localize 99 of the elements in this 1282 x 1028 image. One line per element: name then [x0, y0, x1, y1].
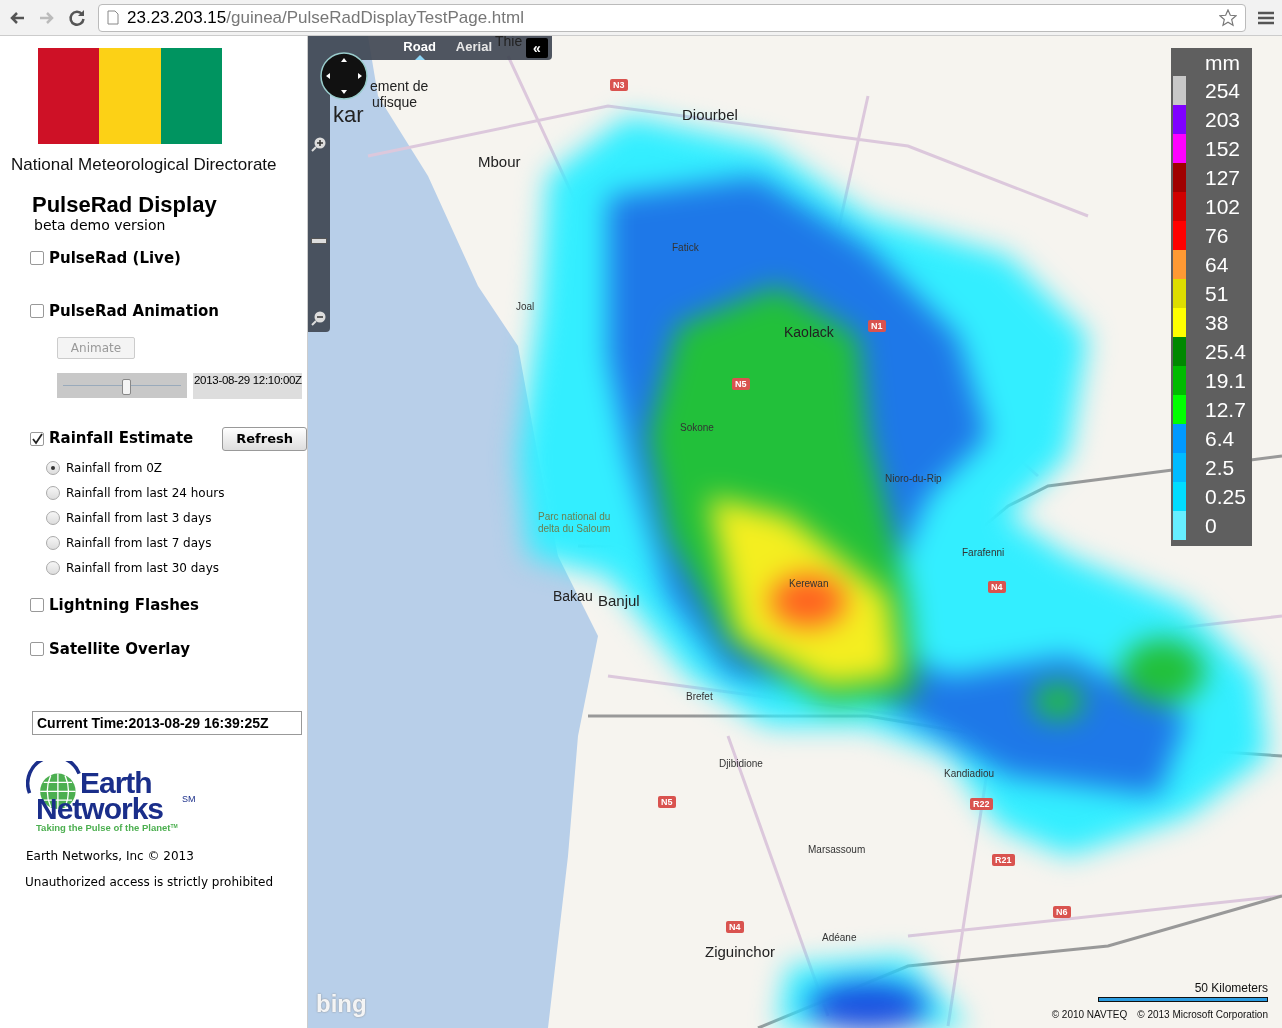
bing-logo: bing — [316, 989, 367, 1019]
place-label: kar — [333, 101, 364, 129]
place-label: Farafenni — [962, 546, 1005, 560]
legend-value: 76 — [1205, 222, 1229, 249]
page-icon — [107, 10, 119, 25]
road-shield: N4 — [988, 581, 1006, 593]
place-label: Djibidione — [719, 757, 763, 771]
legend-value: 19.1 — [1205, 367, 1246, 394]
road-shield: R21 — [992, 854, 1015, 866]
legend-value: 64 — [1205, 251, 1229, 278]
road-shield: R22 — [970, 798, 993, 810]
place-label: Mbour — [478, 152, 521, 172]
place-label: Parc national du — [538, 510, 611, 524]
place-label: Adéane — [822, 931, 857, 945]
road-shield: N4 — [726, 921, 744, 933]
road-shield: N5 — [732, 378, 750, 390]
legend-value: 51 — [1205, 280, 1229, 307]
road-shield: N3 — [610, 79, 628, 91]
scale-label: 50 Kilometers — [1194, 980, 1268, 997]
place-label: Banjul — [598, 591, 640, 611]
place-label: Nioro-du-Rip — [885, 472, 942, 486]
star-icon[interactable] — [1219, 8, 1237, 27]
current-time-field: Current Time:2013-08-29 16:39:25Z — [32, 710, 302, 735]
refresh-button[interactable]: Refresh — [222, 426, 307, 451]
legend-value: 25.4 — [1205, 338, 1246, 365]
option-label[interactable]: Rainfall from last 7 days — [66, 535, 212, 551]
back-icon[interactable] — [8, 9, 26, 26]
pan-control[interactable] — [320, 52, 368, 100]
legend-value: 0 — [1205, 512, 1217, 539]
map-type-tab[interactable]: Road — [403, 36, 436, 60]
zoom-slider[interactable] — [308, 60, 330, 332]
slider-track[interactable] — [57, 372, 187, 398]
radio-button[interactable] — [46, 486, 60, 500]
place-label: Ziguinchor — [705, 942, 776, 962]
place-label: Bakau — [553, 587, 593, 606]
attribution-text: © 2013 Microsoft Corporation — [1137, 1008, 1268, 1022]
checkbox[interactable] — [30, 642, 44, 657]
earth-networks-logo: Earth Networks SM Taking the Pulse of the Planet$^{TM}$ — [26, 760, 196, 835]
place-label: Fatick — [672, 241, 699, 255]
menu-icon[interactable] — [1258, 10, 1274, 25]
slider-thumb[interactable] — [121, 378, 131, 395]
checkbox[interactable] — [30, 597, 44, 612]
road-shield: N6 — [1053, 906, 1071, 918]
animation-timestamp: 2013-08-29 12:10:00Z — [193, 372, 302, 399]
app-title: PulseRad Display — [32, 192, 217, 217]
address-bar[interactable]: 23.23.203.15/guinea/PulseRadDisplayTestPage.html — [98, 3, 1246, 32]
legend-value: 2.5 — [1205, 454, 1235, 481]
place-label: Thie — [495, 36, 523, 51]
place-label: delta du Saloum — [538, 522, 611, 536]
zoom-out-icon[interactable] — [311, 310, 327, 326]
zoom-in-icon[interactable] — [311, 136, 327, 152]
agency-name: National Meteorological Directorate — [11, 154, 277, 176]
option-label[interactable]: Rainfall from last 24 hours — [66, 485, 225, 501]
radio-button[interactable] — [46, 536, 60, 550]
place-label: Marsassoum — [808, 843, 866, 857]
legend-value: 254 — [1205, 77, 1241, 104]
place-label: Joal — [516, 300, 535, 314]
place-label: Kaolack — [784, 323, 834, 342]
collapse-button[interactable]: « — [526, 38, 548, 58]
app-subtitle: beta demo version — [34, 216, 166, 233]
place-label: Kandiadiou — [944, 767, 995, 781]
checkbox[interactable] — [30, 250, 44, 265]
radio-button[interactable] — [46, 561, 60, 575]
place-label: Kerewan — [789, 577, 829, 591]
map-type-tab[interactable]: Aerial — [455, 36, 492, 60]
option-label[interactable]: Rainfall from 0Z — [66, 460, 163, 476]
place-label: Diourbel — [682, 105, 738, 125]
layer-label[interactable]: Lightning Flashes — [49, 593, 199, 616]
layer-label[interactable]: Rainfall Estimate — [49, 427, 194, 450]
legend-value: 102 — [1205, 193, 1241, 220]
place-label: Sokone — [680, 421, 714, 435]
option-label[interactable]: Rainfall from last 3 days — [66, 510, 212, 526]
road-shield: N5 — [658, 796, 676, 808]
place-label: ement de — [370, 77, 429, 96]
zoom-thumb[interactable] — [311, 238, 327, 245]
legend-value: 6.4 — [1205, 425, 1235, 452]
checkbox[interactable] — [30, 431, 44, 446]
legend-value: 127 — [1205, 164, 1241, 191]
option-label[interactable]: Rainfall from last 30 days — [66, 560, 220, 576]
place-label: Brefet — [686, 690, 713, 704]
attribution-text: © 2010 NAVTEQ — [1051, 1008, 1128, 1022]
legend-value: 203 — [1205, 106, 1241, 133]
reload-icon[interactable] — [68, 8, 86, 27]
legend-value: 38 — [1205, 309, 1229, 336]
radio-button[interactable] — [46, 511, 60, 525]
checkbox[interactable] — [30, 304, 44, 319]
legend-value: 0.25 — [1205, 483, 1246, 510]
layer-label[interactable]: PulseRad Animation — [49, 300, 220, 323]
notice-text: Unauthorized access is strictly prohibited — [25, 873, 274, 891]
copyright-text: Earth Networks, Inc © 2013 — [26, 847, 194, 865]
url-text: 23.23.203.15/guinea/PulseRadDisplayTestPage.html — [127, 6, 524, 29]
legend-unit: mm — [1204, 50, 1241, 76]
place-label: ufisque — [372, 93, 418, 112]
legend-value: 152 — [1205, 135, 1241, 162]
layer-label[interactable]: Satellite Overlay — [49, 638, 190, 661]
radio-button[interactable] — [46, 461, 60, 475]
road-shield: N1 — [868, 320, 886, 332]
legend-value: 12.7 — [1205, 396, 1246, 423]
layer-label[interactable]: PulseRad (Live) — [49, 246, 181, 269]
